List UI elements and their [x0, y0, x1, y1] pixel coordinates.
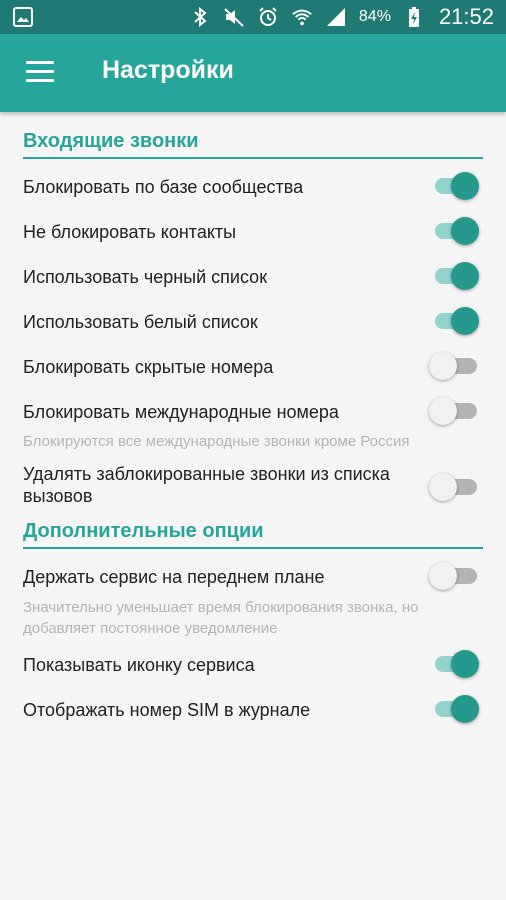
setting-use-blacklist[interactable]: Использовать черный список — [0, 262, 506, 304]
menu-icon[interactable] — [26, 61, 54, 83]
section-header-extra-options: Дополнительные опции — [23, 520, 483, 549]
app-bar: Настройки — [0, 34, 506, 112]
setting-block-international[interactable]: Блокировать международные номера Блокиру… — [0, 397, 506, 453]
alarm-icon — [257, 6, 279, 28]
setting-foreground-service[interactable]: Держать сервис на переднем плане Значите… — [0, 562, 506, 642]
toggle-switch[interactable] — [433, 215, 479, 245]
setting-block-hidden-numbers[interactable]: Блокировать скрытые номера — [0, 352, 506, 394]
section-header-incoming-calls: Входящие звонки — [23, 130, 483, 159]
toggle-switch[interactable] — [433, 170, 479, 200]
setting-title: Блокировать скрытые номера — [23, 357, 274, 377]
toggle-switch[interactable] — [433, 305, 479, 335]
bluetooth-icon — [189, 6, 211, 28]
battery-percent: 84% — [358, 8, 391, 25]
setting-dont-block-contacts[interactable]: Не блокировать контакты — [0, 217, 506, 259]
toggle-switch[interactable] — [429, 471, 479, 501]
toggle-switch[interactable] — [433, 260, 479, 290]
setting-title: Держать сервис на переднем плане — [23, 567, 325, 587]
setting-title: Блокировать международные номера — [23, 402, 339, 422]
status-bar: 84% 21:52 — [0, 0, 506, 34]
toggle-switch[interactable] — [429, 395, 479, 425]
clock-time: 21:52 — [438, 4, 494, 29]
toggle-switch[interactable] — [433, 648, 479, 678]
wifi-icon — [291, 6, 313, 28]
toggle-switch[interactable] — [429, 350, 479, 380]
setting-block-by-community[interactable]: Блокировать по базе сообщества — [0, 172, 506, 214]
battery-icon — [403, 6, 425, 28]
setting-title: Использовать черный список — [23, 267, 268, 287]
setting-show-service-icon[interactable]: Показывать иконку сервиса — [0, 650, 506, 692]
setting-title: Удалять заблокированные звонки из списка… — [23, 464, 390, 506]
setting-delete-blocked-calls[interactable]: Удалять заблокированные звонки из списка… — [0, 462, 506, 510]
setting-title: Отображать номер SIM в журнале — [23, 700, 311, 720]
setting-summary: Значительно уменьшает время блокирования… — [23, 599, 419, 637]
setting-use-whitelist[interactable]: Использовать белый список — [0, 307, 506, 349]
setting-title: Использовать белый список — [23, 312, 258, 332]
signal-icon — [325, 6, 347, 28]
setting-title: Блокировать по базе сообщества — [23, 177, 304, 197]
toggle-switch[interactable] — [433, 693, 479, 723]
page-title: Настройки — [102, 56, 234, 84]
setting-title: Показывать иконку сервиса — [23, 655, 255, 675]
setting-show-sim-number[interactable]: Отображать номер SIM в журнале — [0, 695, 506, 737]
setting-title: Не блокировать контакты — [23, 222, 237, 242]
toggle-switch[interactable] — [429, 560, 479, 590]
setting-summary: Блокируются все международные звонки кро… — [23, 433, 410, 450]
mute-icon — [223, 6, 245, 28]
image-icon — [12, 6, 34, 28]
